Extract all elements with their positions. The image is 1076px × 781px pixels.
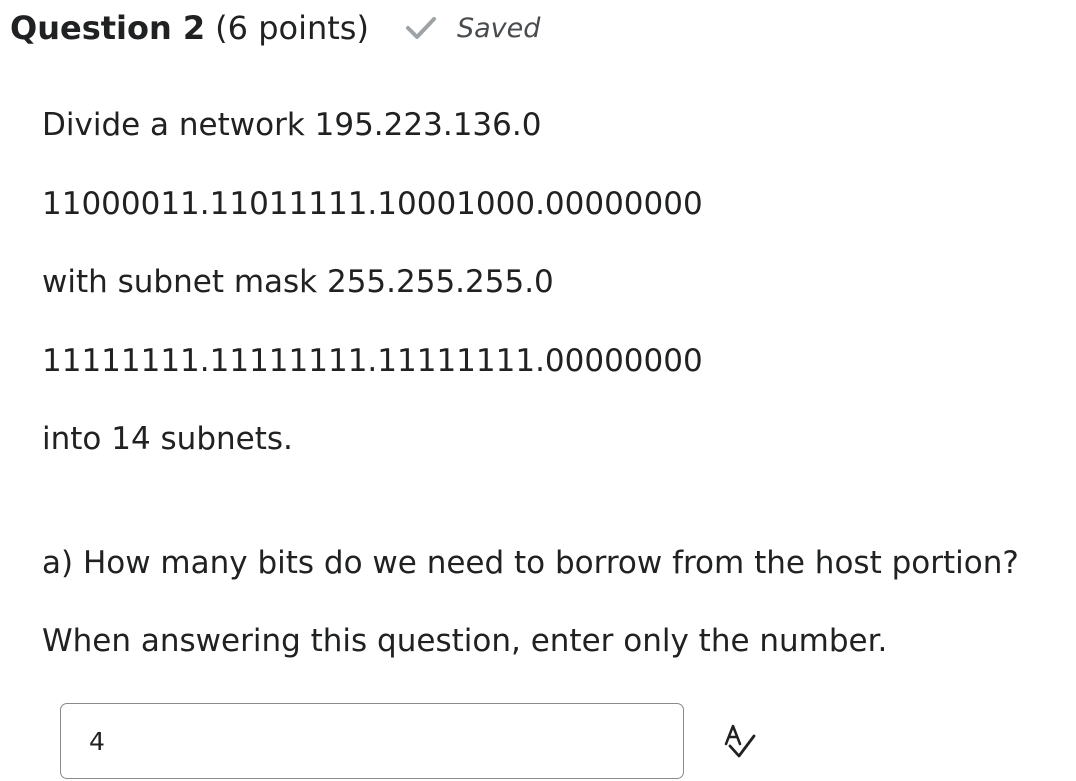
subnet-mask-text: with subnet mask 255.255.255.0 <box>42 264 554 300</box>
spellcheck-icon[interactable] <box>720 722 760 762</box>
saved-label: Saved <box>456 12 541 44</box>
subnet-mask-binary: 11111111.11111111.11111111.00000000 <box>42 343 703 379</box>
subnets-text: into 14 subnets. <box>42 421 293 457</box>
instructions: When answering this question, enter only… <box>42 623 888 659</box>
saved-status: Saved <box>405 13 540 44</box>
question-title: Question 2 <box>10 9 206 47</box>
checkmark-icon <box>405 17 436 39</box>
answer-input[interactable] <box>60 703 684 779</box>
sub-question: a) How many bits do we need to borrow fr… <box>42 545 1019 581</box>
question-header: Question 2 (6 points) Saved <box>10 6 540 50</box>
network-binary: 11000011.11011111.10001000.00000000 <box>42 186 703 222</box>
question-points: (6 points) <box>215 9 369 47</box>
network-text: Divide a network 195.223.136.0 <box>42 107 542 143</box>
